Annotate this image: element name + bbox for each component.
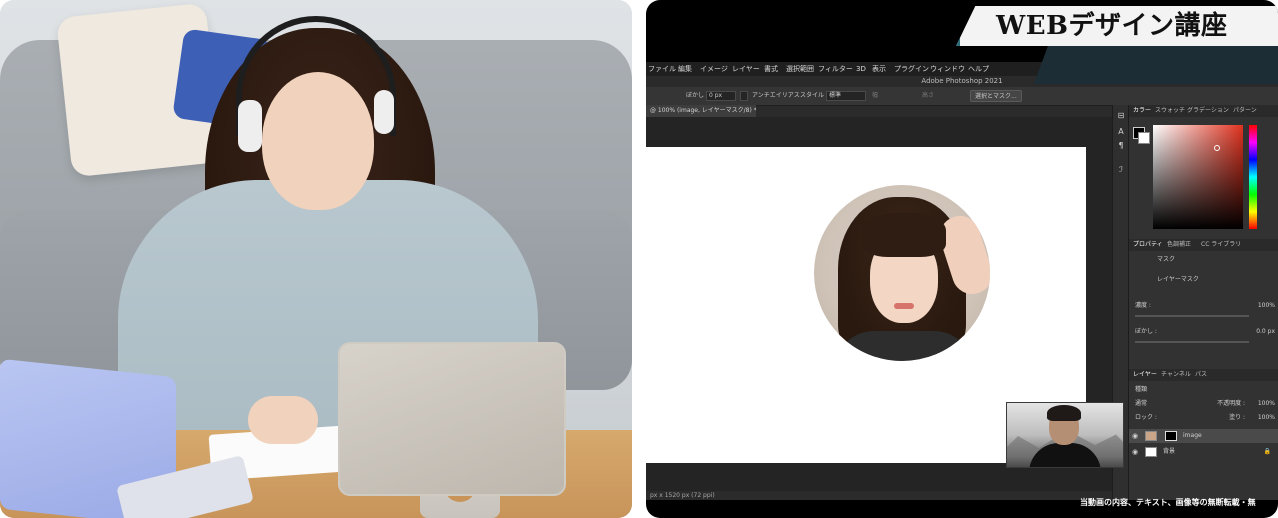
banner-accent (1034, 44, 1278, 84)
mask-header: マスク (1135, 255, 1275, 265)
paragraph-icon[interactable]: ¶ (1116, 141, 1126, 151)
feather-slider[interactable] (1135, 341, 1249, 343)
menu-filter[interactable]: フィルター (818, 62, 853, 76)
masked-portrait (814, 185, 990, 361)
lock-label: ロック : (1135, 414, 1157, 421)
menu-layer[interactable]: レイヤー (732, 62, 760, 76)
layer-thumbnail (1145, 431, 1157, 441)
width-label: 幅 (872, 92, 879, 99)
writing-hand (248, 396, 318, 444)
portrait-bangs (862, 213, 946, 257)
portrait-lips (894, 303, 914, 309)
tab-patterns[interactable]: パターン (1233, 105, 1257, 117)
color-picker-field[interactable] (1153, 125, 1243, 229)
opacity-value[interactable]: 100% (1258, 399, 1275, 409)
menu-select[interactable]: 選択範囲 (786, 62, 814, 76)
layer-mask-label: レイヤーマスク (1157, 276, 1199, 283)
menu-file[interactable]: ファイル (648, 62, 676, 76)
density-slider[interactable] (1135, 315, 1249, 317)
course-title: WEBデザイン講座 (996, 11, 1228, 41)
feather-input[interactable]: 0 px (706, 91, 736, 101)
blend-row: 通常 100% 不透明度 : (1135, 399, 1275, 409)
instructor-hair (1047, 405, 1081, 421)
menu-help[interactable]: ヘルプ (968, 62, 989, 76)
right-panels: カラー スウォッチ グラデーション パターン プロパティ 色調補正 CC ライブ… (1128, 105, 1278, 500)
hero-photo (0, 0, 632, 518)
density-value[interactable]: 100% (1258, 301, 1275, 311)
density-row: 濃度 : 100% (1135, 301, 1275, 311)
select-and-mask-button[interactable]: 選択とマスク... (970, 90, 1022, 102)
mask-label: マスク (1157, 256, 1176, 263)
density-label: 濃度 : (1135, 302, 1151, 309)
fill-value[interactable]: 100% (1258, 413, 1275, 423)
instructor-webcam (1006, 402, 1124, 468)
opacity-label: 不透明度 : (1217, 400, 1245, 407)
photoshop-window: ファイル 編集 イメージ レイヤー 書式 選択範囲 フィルター 3D 表示 プラ… (646, 62, 1278, 500)
mask-feather-label: ぼかし : (1135, 328, 1157, 335)
status-bar: px x 1520 px (72 ppi) (646, 491, 1112, 500)
tablet (338, 342, 566, 496)
layers-panel-tabs: レイヤー チャンネル パス (1129, 369, 1278, 381)
layer-name: 背景 (1163, 448, 1176, 455)
properties-panel-tabs: プロパティ 色調補正 CC ライブラリ (1129, 239, 1278, 251)
headphones-earcup-left (238, 100, 262, 152)
copyright-caption: 当動画の内容、テキスト、画像等の無断転載・無 (1080, 498, 1256, 507)
layer-filter-row[interactable]: 種類 (1135, 385, 1275, 395)
menu-plugins[interactable]: プラグイン (894, 62, 929, 76)
menu-window[interactable]: ウィンドウ (930, 62, 965, 76)
portrait-shirt (834, 331, 974, 361)
options-bar: ぼかし : 0 px アンチエイリアス スタイル : 標準 幅 高さ 選択とマス… (646, 87, 1278, 106)
layer-thumbnail (1145, 447, 1157, 457)
lock-icon: 🔒 (1263, 448, 1271, 455)
lock-row: ロック : 100% 塗り : (1135, 413, 1275, 423)
menu-3d[interactable]: 3D (856, 62, 866, 76)
menu-type[interactable]: 書式 (764, 62, 778, 76)
eye-icon[interactable]: ◉ (1132, 447, 1140, 457)
tab-channels[interactable]: チャンネル (1161, 369, 1191, 381)
tab-color[interactable]: カラー (1133, 105, 1151, 117)
tab-properties[interactable]: プロパティ (1133, 239, 1163, 251)
tab-layers[interactable]: レイヤー (1133, 369, 1157, 381)
layer-mask-thumbnail[interactable] (1165, 431, 1177, 441)
height-label: 高さ (922, 92, 935, 99)
tab-swatches[interactable]: スウォッチ (1155, 105, 1185, 117)
menu-view[interactable]: 表示 (872, 62, 886, 76)
style-select[interactable]: 標準 (826, 91, 866, 101)
color-picker-cursor[interactable] (1214, 145, 1220, 151)
hue-slider[interactable] (1249, 125, 1257, 229)
layer-row-background[interactable]: ◉ 背景 🔒 (1129, 445, 1278, 459)
color-panel-tabs: カラー スウォッチ グラデーション パターン (1129, 105, 1278, 117)
antialias-checkbox[interactable] (740, 91, 748, 101)
feather-label: ぼかし : (686, 92, 708, 99)
headphones-earcup-right (374, 90, 394, 134)
character-icon[interactable]: A (1116, 127, 1126, 137)
document-tab[interactable]: @ 100% (image, レイヤーマスク/8) * (646, 105, 756, 117)
antialias-label: アンチエイリアス (752, 92, 800, 99)
tab-gradients[interactable]: グラデーション (1187, 105, 1229, 117)
layer-mask-row[interactable]: レイヤーマスク (1135, 275, 1275, 285)
course-screenshot: ファイル 編集 イメージ レイヤー 書式 選択範囲 フィルター 3D 表示 プラ… (646, 0, 1278, 518)
style-label: スタイル : (800, 92, 828, 99)
menu-edit[interactable]: 編集 (678, 62, 692, 76)
feather-row: ぼかし : 0.0 px (1135, 327, 1275, 337)
background-swatch[interactable] (1138, 132, 1150, 144)
blend-mode-select[interactable]: 通常 (1135, 400, 1147, 407)
glyph-icon[interactable]: ℐ (1116, 165, 1126, 175)
eye-icon[interactable]: ◉ (1132, 431, 1140, 441)
history-icon[interactable]: ⊟ (1116, 111, 1126, 121)
tab-adjustments[interactable]: 色調補正 (1167, 239, 1191, 251)
kind-filter[interactable]: 種類 (1135, 386, 1147, 393)
layer-row-image[interactable]: ◉ image (1129, 429, 1278, 443)
layer-name: image (1183, 432, 1202, 439)
menu-image[interactable]: イメージ (700, 62, 728, 76)
tab-paths[interactable]: パス (1195, 369, 1207, 381)
mask-feather-value[interactable]: 0.0 px (1256, 327, 1275, 337)
tab-cc-libraries[interactable]: CC ライブラリ (1201, 239, 1241, 251)
fill-label: 塗り : (1229, 414, 1245, 421)
